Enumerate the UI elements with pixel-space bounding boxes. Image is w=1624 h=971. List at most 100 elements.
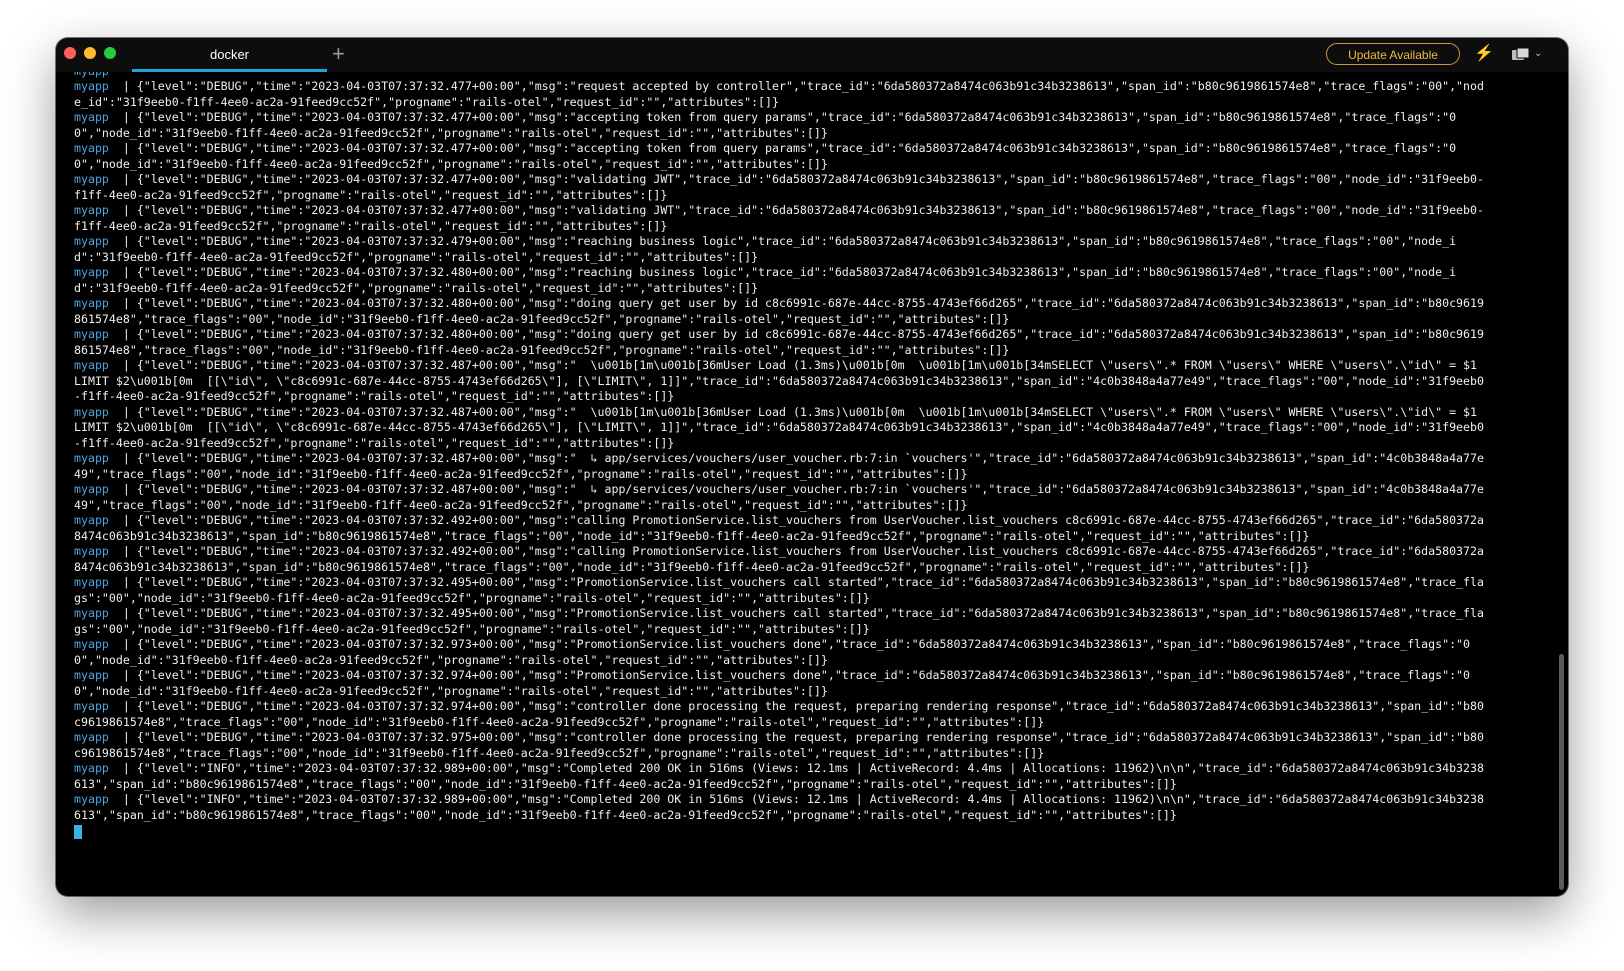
log-line: myapp | {"level":"DEBUG","time":"2023-04…: [74, 730, 1484, 761]
log-line: myapp | {"level":"DEBUG","time":"2023-04…: [74, 203, 1484, 234]
service-name: myapp: [74, 234, 109, 248]
service-name: myapp: [74, 172, 109, 186]
log-separator: |: [108, 699, 137, 713]
service-name: myapp: [74, 482, 109, 496]
service-name: myapp: [74, 358, 109, 372]
bolt-icon[interactable]: ⚡: [1474, 43, 1494, 65]
terminal-output[interactable]: myapp myapp | {"level":"DEBUG","time":"2…: [74, 72, 1484, 892]
log-separator: |: [108, 792, 137, 806]
log-separator: |: [108, 513, 137, 527]
close-window-button[interactable]: [64, 47, 76, 59]
log-message: {"level":"DEBUG","time":"2023-04-03T07:3…: [74, 668, 1471, 698]
log-message: {"level":"DEBUG","time":"2023-04-03T07:3…: [74, 110, 1457, 140]
update-available-button[interactable]: Update Available: [1326, 43, 1460, 65]
service-name: myapp: [74, 730, 109, 744]
log-message: {"level":"INFO","time":"2023-04-03T07:37…: [74, 792, 1484, 822]
log-line: myapp | {"level":"DEBUG","time":"2023-04…: [74, 637, 1484, 668]
log-message: {"level":"DEBUG","time":"2023-04-03T07:3…: [74, 358, 1484, 403]
log-line: myapp | {"level":"DEBUG","time":"2023-04…: [74, 141, 1484, 172]
service-name: myapp: [74, 451, 109, 465]
log-separator: |: [108, 265, 137, 279]
log-separator: |: [108, 358, 137, 372]
minimize-window-button[interactable]: [84, 47, 96, 59]
log-separator: |: [108, 730, 137, 744]
log-line: myapp | {"level":"DEBUG","time":"2023-04…: [74, 575, 1484, 606]
service-name: myapp: [74, 327, 109, 341]
log-message: {"level":"DEBUG","time":"2023-04-03T07:3…: [74, 513, 1484, 543]
service-name: myapp: [74, 544, 109, 558]
log-line: myapp | {"level":"DEBUG","time":"2023-04…: [74, 234, 1484, 265]
service-name: myapp: [74, 404, 109, 419]
service-name: myapp: [74, 110, 109, 124]
log-separator: |: [108, 451, 137, 465]
log-message: {"level":"DEBUG","time":"2023-04-03T07:3…: [74, 544, 1484, 574]
service-name: myapp: [74, 203, 109, 217]
log-line: myapp | {"level":"DEBUG","time":"2023-04…: [74, 544, 1484, 575]
log-line: myapp | {"level":"DEBUG","time":"2023-04…: [74, 358, 1484, 405]
log-message: {"level":"DEBUG","time":"2023-04-03T07:3…: [74, 606, 1484, 636]
log-line: myapp | {"level":"DEBUG","time":"2023-04…: [74, 296, 1484, 327]
log-separator: |: [108, 141, 137, 155]
log-message: {"level":"DEBUG","time":"2023-04-03T07:3…: [74, 327, 1484, 357]
log-line: myapp | {"level":"DEBUG","time":"2023-04…: [74, 668, 1484, 699]
log-message: {"level":"DEBUG","time":"2023-04-03T07:3…: [74, 404, 1484, 450]
log-message: {"level":"DEBUG","time":"2023-04-03T07:3…: [74, 296, 1484, 326]
log-line: myapp | {"level":"DEBUG","time":"2023-04…: [74, 265, 1484, 296]
service-name: myapp: [74, 699, 109, 713]
log-separator: |: [108, 668, 137, 682]
service-name: myapp: [74, 606, 109, 620]
log-separator: |: [108, 110, 137, 124]
service-name: myapp: [74, 575, 109, 589]
log-line: myapp | {"level":"DEBUG","time":"2023-04…: [74, 513, 1484, 544]
log-message: {"level":"DEBUG","time":"2023-04-03T07:3…: [74, 451, 1484, 481]
log-separator: |: [108, 234, 137, 248]
log-line: myapp | {"level":"DEBUG","time":"2023-04…: [74, 79, 1484, 110]
log-separator: |: [108, 172, 137, 186]
service-prefix: myapp: [74, 72, 109, 78]
service-name: myapp: [74, 141, 109, 155]
log-message: {"level":"DEBUG","time":"2023-04-03T07:3…: [74, 203, 1484, 233]
log-separator: |: [108, 761, 137, 775]
log-message: {"level":"DEBUG","time":"2023-04-03T07:3…: [74, 234, 1457, 264]
log-message: {"level":"DEBUG","time":"2023-04-03T07:3…: [74, 699, 1484, 729]
log-line: myapp | {"level":"DEBUG","time":"2023-04…: [74, 327, 1484, 358]
maximize-window-button[interactable]: [104, 47, 116, 59]
log-separator: |: [108, 79, 137, 93]
log-line: myapp | {"level":"INFO","time":"2023-04-…: [74, 761, 1484, 792]
terminal-window: docker + Update Available ⚡ ⌄ myapp myap…: [56, 38, 1568, 896]
log-separator: |: [108, 575, 137, 589]
prompt-line: [74, 823, 1484, 844]
log-separator: |: [108, 544, 137, 558]
title-bar: docker + Update Available ⚡ ⌄: [56, 38, 1568, 72]
log-message: {"level":"DEBUG","time":"2023-04-03T07:3…: [74, 79, 1484, 109]
log-lines: myapp | {"level":"DEBUG","time":"2023-04…: [74, 79, 1484, 823]
log-separator: |: [108, 637, 137, 651]
log-separator: |: [108, 327, 137, 341]
log-separator: |: [108, 203, 137, 217]
log-line: myapp | {"level":"INFO","time":"2023-04-…: [74, 792, 1484, 823]
layout-icon[interactable]: [1511, 47, 1531, 61]
chevron-down-icon[interactable]: ⌄: [1534, 45, 1542, 63]
scrollbar-thumb[interactable]: [1559, 654, 1564, 890]
log-line: myapp | {"level":"DEBUG","time":"2023-04…: [74, 699, 1484, 730]
service-name: myapp: [74, 296, 109, 310]
log-separator: |: [108, 482, 137, 496]
new-tab-button[interactable]: +: [332, 41, 345, 67]
log-line: myapp | {"level":"DEBUG","time":"2023-04…: [74, 110, 1484, 141]
log-message: {"level":"DEBUG","time":"2023-04-03T07:3…: [74, 141, 1457, 171]
log-line: myapp | {"level":"DEBUG","time":"2023-04…: [74, 606, 1484, 637]
log-line: myapp | {"level":"DEBUG","time":"2023-04…: [74, 451, 1484, 482]
service-name: myapp: [74, 792, 109, 806]
service-name: myapp: [74, 79, 109, 93]
log-line: myapp | {"level":"DEBUG","time":"2023-04…: [74, 482, 1484, 513]
log-line: myapp | {"level":"DEBUG","time":"2023-04…: [74, 405, 1484, 452]
log-message: {"level":"INFO","time":"2023-04-03T07:37…: [74, 761, 1484, 791]
log-line: myapp | {"level":"DEBUG","time":"2023-04…: [74, 172, 1484, 203]
log-message: {"level":"DEBUG","time":"2023-04-03T07:3…: [74, 172, 1484, 202]
log-separator: |: [108, 606, 137, 620]
service-name: myapp: [74, 265, 109, 279]
service-name: myapp: [74, 513, 109, 527]
tab-docker[interactable]: docker: [132, 38, 327, 72]
log-message: {"level":"DEBUG","time":"2023-04-03T07:3…: [74, 265, 1457, 295]
log-message: {"level":"DEBUG","time":"2023-04-03T07:3…: [74, 482, 1484, 512]
